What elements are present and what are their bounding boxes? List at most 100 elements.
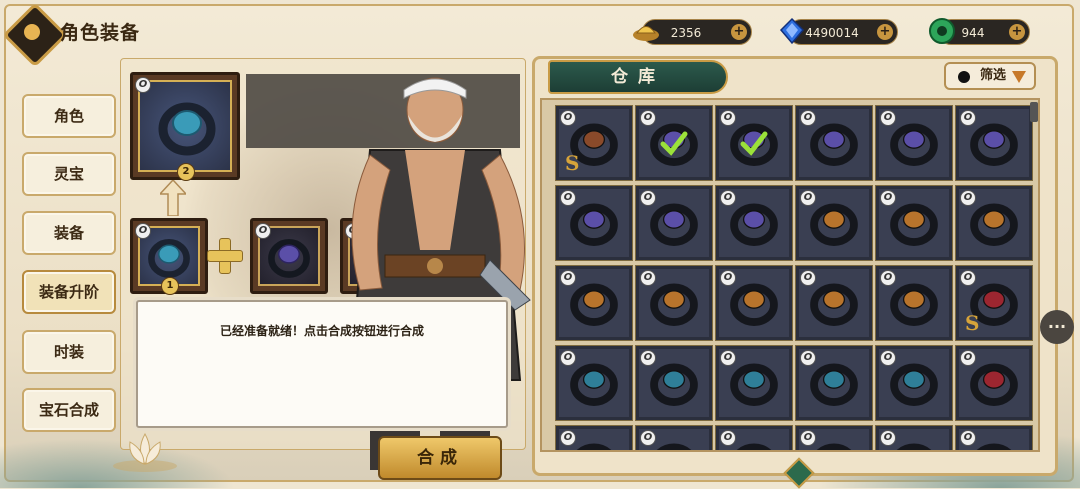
ring-icon (650, 203, 698, 246)
currency-gem: 4490014 + (779, 17, 898, 45)
ring-icon (268, 239, 310, 278)
quality-badge-icon: O (560, 430, 576, 446)
level-badge: 1 (161, 277, 179, 295)
tab-gem-synthesis[interactable]: 宝石合成 (22, 388, 116, 432)
ring-icon (890, 123, 938, 166)
inventory-slot[interactable]: O (955, 185, 1033, 261)
inventory-slot[interactable]: O (795, 105, 873, 181)
ring-icon (810, 363, 858, 406)
inventory-slot[interactable]: O (875, 345, 953, 421)
quality-badge-icon: O (880, 350, 896, 366)
upgrade-arrow-icon (160, 180, 186, 216)
quality-badge-icon: O (640, 430, 656, 446)
inventory-slot[interactable]: OS (955, 265, 1033, 341)
add-gold-button[interactable]: + (731, 24, 747, 40)
add-gem-button[interactable]: + (877, 24, 893, 40)
inventory-slot[interactable]: O (635, 185, 713, 261)
dropdown-arrow-icon (1012, 71, 1026, 83)
inventory-slot[interactable]: O (715, 425, 793, 450)
quality-badge-icon: O (560, 190, 576, 206)
inventory-slot[interactable]: O (715, 265, 793, 341)
level-badge: 2 (177, 163, 195, 181)
base-slot[interactable]: O 1 (130, 218, 208, 295)
ring-icon (730, 203, 778, 246)
combine-button[interactable]: 合成 (378, 436, 502, 480)
ring-icon (810, 203, 858, 246)
inventory-slot[interactable]: O (555, 265, 633, 341)
ring-icon (650, 283, 698, 326)
ring-icon (158, 102, 216, 156)
quality-badge-icon: O (135, 77, 151, 93)
ring-icon (730, 283, 778, 326)
inventory-slot[interactable]: O (555, 425, 633, 450)
inventory-slot[interactable]: O (875, 265, 953, 341)
currency-gold: 2356 + (633, 19, 752, 45)
inventory-slot[interactable]: O (715, 185, 793, 261)
ring-icon (890, 203, 938, 246)
quality-badge-icon: O (720, 350, 736, 366)
tab-spirit-treasure[interactable]: 灵宝 (22, 152, 116, 196)
filter-button[interactable]: 筛选 (944, 62, 1036, 90)
ring-icon (970, 123, 1018, 166)
inventory-slot[interactable]: O (875, 185, 953, 261)
inventory-slot[interactable]: O (635, 105, 713, 181)
inventory-slot[interactable]: O (795, 345, 873, 421)
inventory-slot[interactable]: O (635, 265, 713, 341)
tab-fashion[interactable]: 时装 (22, 330, 116, 374)
s-rank-badge: S (565, 151, 580, 175)
quality-badge-icon: O (135, 223, 151, 239)
ring-icon (970, 363, 1018, 406)
quality-badge-icon: O (800, 110, 816, 126)
quality-badge-icon: O (560, 110, 576, 126)
lotus-decoration-icon (113, 432, 177, 472)
inventory-slot[interactable]: O (555, 185, 633, 261)
quality-badge-icon: O (720, 190, 736, 206)
ring-icon (890, 363, 938, 406)
chat-bubble-icon[interactable]: ··· (1040, 310, 1074, 344)
inventory-slot[interactable]: O (955, 345, 1033, 421)
tab-character[interactable]: 角色 (22, 94, 116, 138)
inventory-slot[interactable]: O (955, 425, 1033, 450)
quality-badge-icon: O (960, 110, 976, 126)
quality-badge-icon: O (960, 350, 976, 366)
quality-badge-icon: O (960, 430, 976, 446)
logo-emblem-icon (24, 24, 40, 40)
ring-icon (970, 203, 1018, 246)
inventory-grid: OSOOOOOOOOOOOOOOOOOSOOOOOOOOOOOO (540, 98, 1040, 452)
ring-icon (570, 283, 618, 326)
inventory-slot[interactable]: O (715, 345, 793, 421)
ring-icon (810, 123, 858, 166)
quality-badge-icon: O (800, 190, 816, 206)
quality-badge-icon: O (880, 430, 896, 446)
inventory-slot[interactable]: O (795, 425, 873, 450)
inventory-slot[interactable]: O (795, 185, 873, 261)
selected-check-icon (660, 131, 688, 156)
inventory-slot[interactable]: O (635, 345, 713, 421)
inventory-scrollbar[interactable] (1030, 102, 1038, 122)
inventory-slot[interactable]: O (875, 425, 953, 450)
inventory-slot[interactable]: O (635, 425, 713, 450)
currency-jade: 944 + (929, 18, 1030, 45)
quality-badge-icon: O (880, 110, 896, 126)
inventory-slot[interactable]: O (795, 265, 873, 341)
inventory-slot[interactable]: OS (555, 105, 633, 181)
inventory-slot[interactable]: O (955, 105, 1033, 181)
ring-icon (890, 283, 938, 326)
result-slot[interactable]: O 2 (130, 72, 240, 181)
warehouse-title: 仓库 (548, 60, 728, 94)
quality-badge-icon: O (960, 270, 976, 286)
inventory-slot[interactable]: O (875, 105, 953, 181)
quality-badge-icon: O (640, 350, 656, 366)
quality-badge-icon: O (800, 350, 816, 366)
quality-badge-icon: O (560, 270, 576, 286)
quality-badge-icon: O (640, 190, 656, 206)
ring-icon (148, 239, 190, 278)
quality-badge-icon: O (640, 270, 656, 286)
add-jade-button[interactable]: + (1009, 24, 1025, 40)
tab-equipment-upgrade[interactable]: 装备升阶 (22, 270, 116, 314)
inventory-slot[interactable]: O (715, 105, 793, 181)
material-slot-1[interactable]: O (250, 218, 328, 294)
inventory-slot[interactable]: O (555, 345, 633, 421)
tab-equipment[interactable]: 装备 (22, 211, 116, 255)
page-title: 角色装备 (60, 22, 141, 44)
